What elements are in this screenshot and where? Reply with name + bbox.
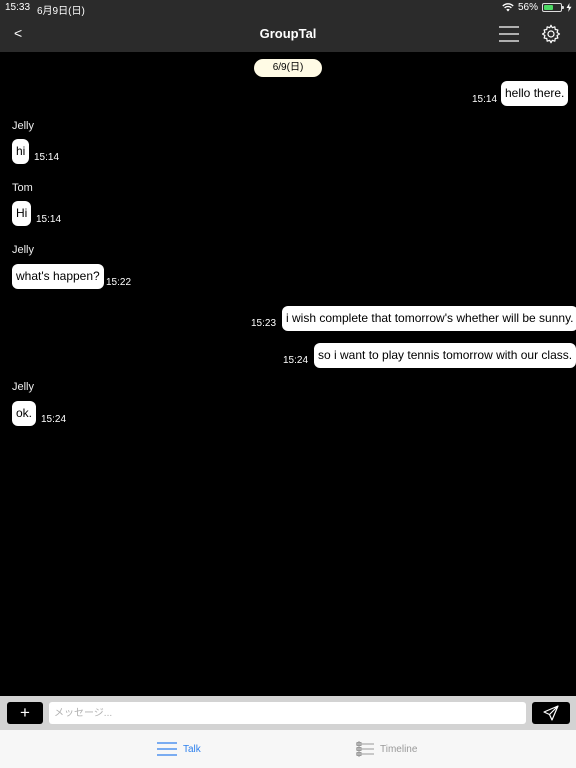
wifi-icon: [502, 3, 514, 12]
date-divider: 6/9(日): [254, 59, 322, 77]
tab-talk-label: Talk: [183, 743, 201, 755]
charging-icon: [566, 3, 572, 12]
list-icon: [157, 742, 177, 756]
sender-name: Tom: [12, 182, 33, 194]
status-right: 56%: [502, 2, 572, 13]
message-bubble-outgoing[interactable]: hello there.: [501, 81, 569, 106]
message-time: 15:14: [36, 214, 62, 225]
battery-fill: [544, 5, 553, 10]
message-bubble-incoming[interactable]: what's happen?: [12, 264, 104, 289]
send-button[interactable]: [532, 702, 570, 724]
gear-icon[interactable]: [540, 23, 562, 45]
tab-timeline-label: Timeline: [380, 743, 418, 755]
message-composer: +: [0, 696, 576, 730]
message-bubble-outgoing[interactable]: so i want to play tennis tomorrow with o…: [314, 343, 576, 368]
chat-area[interactable]: 6/9(日) 15:14 hello there. Jelly hi 15:14…: [0, 52, 576, 696]
page-title: GroupTal: [259, 26, 317, 41]
tab-timeline[interactable]: Timeline: [356, 740, 417, 758]
status-time: 15:33: [5, 2, 31, 13]
message-time: 15:22: [106, 277, 132, 288]
message-bubble-incoming[interactable]: Hi: [12, 201, 32, 226]
message-time: 15:23: [251, 318, 277, 329]
message-bubble-incoming[interactable]: ok.: [12, 401, 37, 426]
hamburger-menu-icon[interactable]: [499, 24, 519, 44]
battery-percent: 56%: [517, 2, 538, 13]
message-input[interactable]: [49, 702, 526, 724]
message-bubble-incoming[interactable]: hi: [12, 139, 30, 164]
message-time: 15:14: [34, 152, 60, 163]
sender-name: Jelly: [12, 381, 35, 393]
send-icon: [543, 705, 559, 721]
sender-name: Jelly: [12, 120, 35, 132]
timeline-icon: [356, 741, 374, 757]
status-date: 6月9日(日): [37, 6, 85, 17]
add-attachment-button[interactable]: +: [7, 702, 43, 724]
message-time: 15:24: [41, 414, 67, 425]
message-time: 15:24: [283, 355, 309, 366]
status-bar: 15:33 6月9日(日) 56%: [0, 0, 576, 17]
tab-talk[interactable]: Talk: [157, 740, 201, 758]
tab-bar: Talk Timeline: [0, 730, 576, 768]
sender-name: Jelly: [12, 244, 35, 256]
message-time: 15:14: [472, 94, 498, 105]
battery-icon: [542, 3, 564, 12]
nav-bar: < GroupTal: [0, 16, 576, 52]
message-bubble-outgoing[interactable]: i wish complete that tomorrow's whether …: [282, 306, 576, 331]
